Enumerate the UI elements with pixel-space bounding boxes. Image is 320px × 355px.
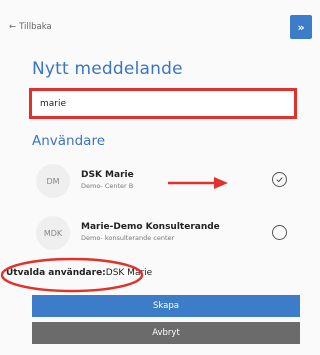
users-section-title: Användare [32,133,106,149]
search-input[interactable] [40,97,280,111]
double-chevron-right-icon: » [297,20,305,34]
page-title: Nytt meddelande [32,59,183,79]
user-list-item[interactable]: DM DSK Marie Demo- Center B [32,158,300,208]
annotation-arrow-icon [168,177,228,189]
top-bar: ← Tillbaka » [0,0,312,60]
user-name: DSK Marie [81,170,134,180]
checkmark-icon [276,177,283,183]
search-field-highlight [29,88,297,119]
user-name: Marie-Demo Konsulterande [81,222,220,232]
cancel-button[interactable]: Avbryt [32,322,300,344]
expand-panel-button[interactable]: » [290,15,312,39]
user-subtitle: Demo- Center B [81,182,134,190]
back-label: Tillbaka [19,22,52,32]
create-button[interactable]: Skapa [32,295,300,317]
user-subtitle: Demo- konsulterande center [81,234,175,242]
arrow-left-icon: ← [9,22,17,32]
user-list-item[interactable]: MDK Marie-Demo Konsulterande Demo- konsu… [32,210,300,260]
annotation-ellipse-icon [0,257,144,293]
avatar: MDK [36,216,70,250]
back-link[interactable]: ← Tillbaka [9,22,52,32]
avatar: DM [36,164,70,198]
checked-circle-icon[interactable] [272,172,287,187]
unchecked-circle-icon[interactable] [272,225,287,240]
